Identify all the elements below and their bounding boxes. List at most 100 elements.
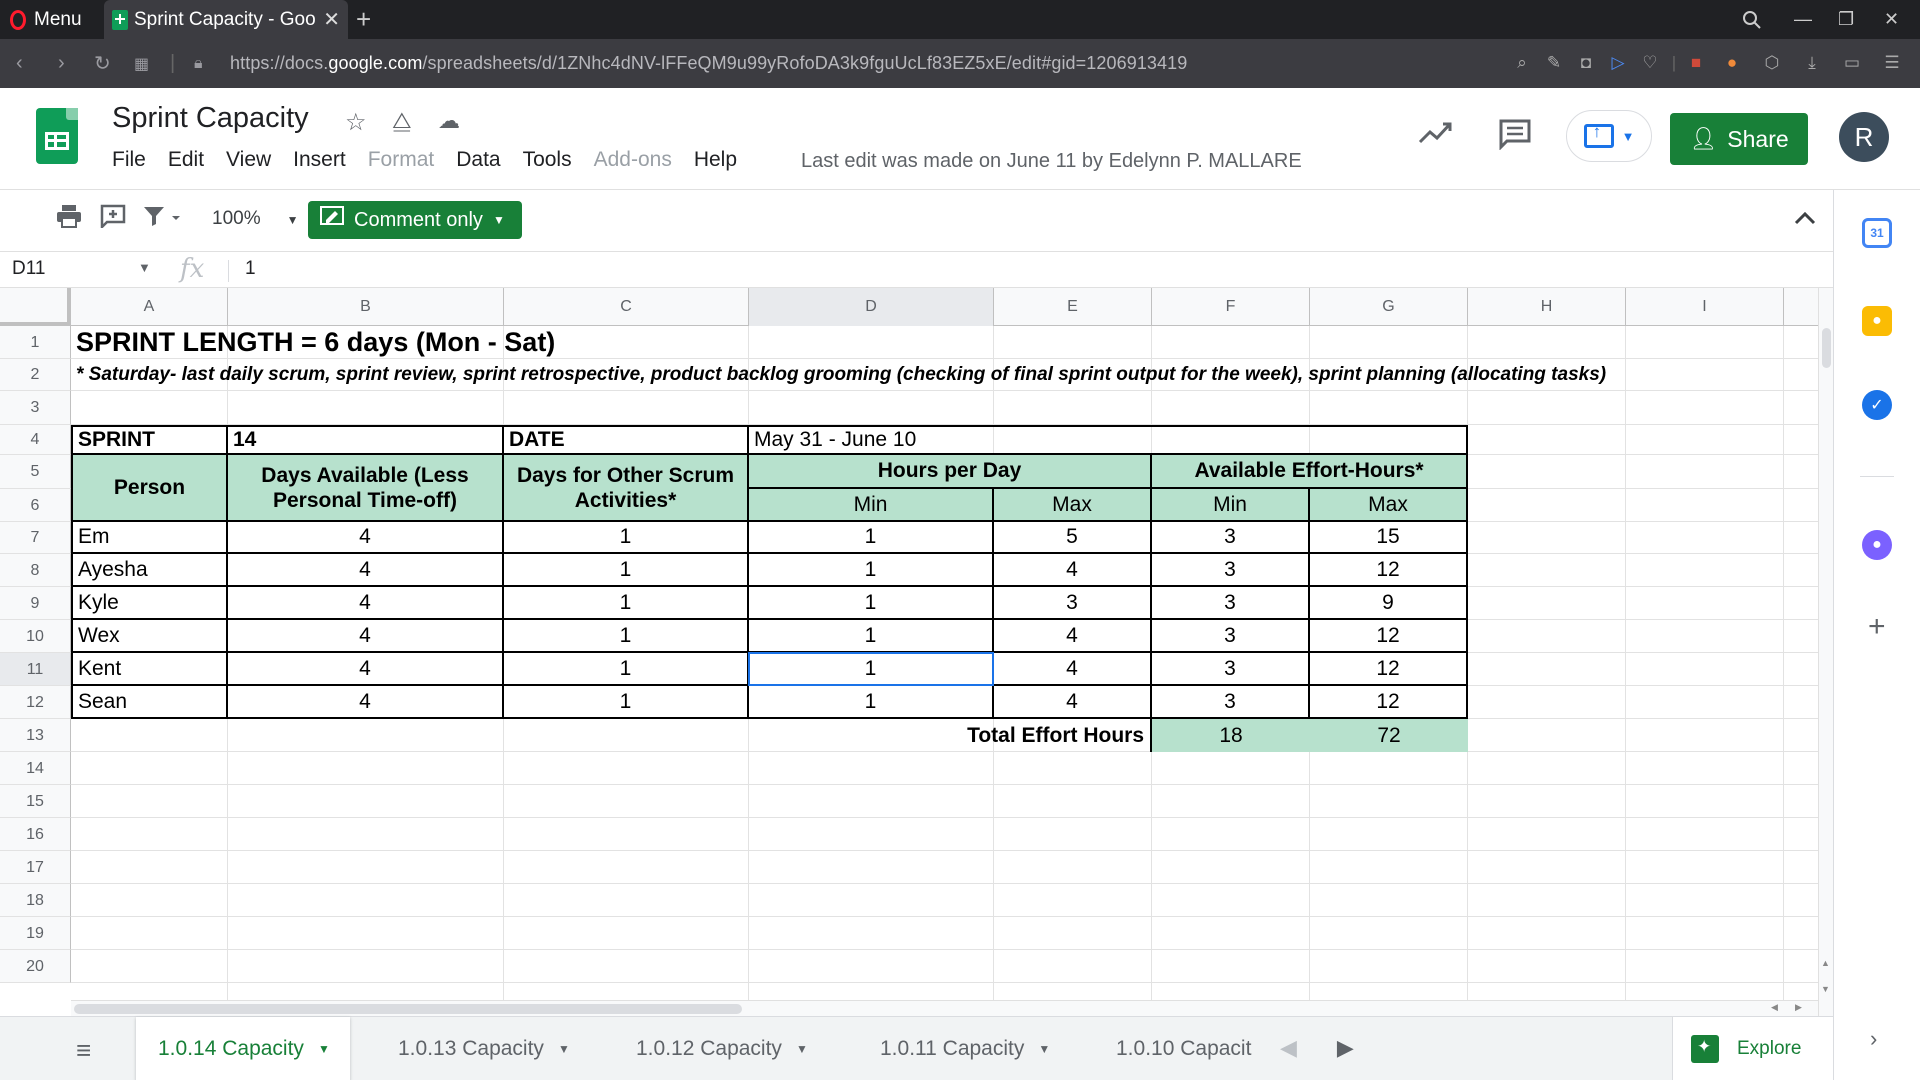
new-tab-icon[interactable]: +: [356, 4, 371, 35]
row-header-10[interactable]: 10: [0, 620, 71, 653]
header-hours-min[interactable]: Min: [749, 489, 994, 522]
menu-item-tools[interactable]: Tools: [523, 148, 572, 172]
row-header-3[interactable]: 3: [0, 391, 71, 425]
hours-min-cell[interactable]: 1: [749, 522, 994, 554]
close-tab-icon[interactable]: ✕: [323, 7, 340, 32]
row-header-7[interactable]: 7: [0, 522, 71, 554]
date-value-cell[interactable]: May 31 - June 10: [749, 425, 1468, 455]
easy-setup-icon[interactable]: ☰: [1882, 53, 1902, 73]
column-header-f[interactable]: F: [1152, 288, 1310, 326]
vertical-scrollbar[interactable]: ▲ ▼: [1818, 288, 1833, 1016]
header-person[interactable]: Person: [71, 455, 228, 522]
hours-min-cell[interactable]: 1: [749, 686, 994, 719]
present-meeting-button[interactable]: ▼: [1566, 110, 1652, 162]
person-name-cell[interactable]: Wex: [71, 620, 228, 653]
scroll-tabs-right-icon[interactable]: ▶: [1337, 1035, 1354, 1061]
url-field[interactable]: https://docs. google.com/spreadsheets/d/1…: [230, 39, 1187, 88]
row-header-15[interactable]: 15: [0, 785, 71, 818]
column-header-h[interactable]: H: [1468, 288, 1626, 326]
column-header-e[interactable]: E: [994, 288, 1152, 326]
effort-min-cell[interactable]: 3: [1152, 522, 1310, 554]
row-header-20[interactable]: 20: [0, 950, 71, 983]
header-effort-min[interactable]: Min: [1152, 489, 1310, 522]
row-header-12[interactable]: 12: [0, 686, 71, 719]
effort-max-cell[interactable]: 9: [1310, 587, 1468, 620]
sprint-value-cell[interactable]: 14: [228, 425, 504, 455]
header-available-effort[interactable]: Available Effort-Hours*: [1152, 455, 1468, 489]
sprint-label-cell[interactable]: SPRINT: [71, 425, 228, 455]
row-header-19[interactable]: 19: [0, 917, 71, 950]
hours-min-cell[interactable]: 1: [749, 620, 994, 653]
horizontal-scrollbar[interactable]: ◀ ▶: [71, 1000, 1818, 1016]
column-header-d[interactable]: D: [749, 288, 994, 326]
collapse-menus-icon[interactable]: [1794, 204, 1816, 232]
total-effort-max[interactable]: 72: [1310, 719, 1468, 752]
restore-icon[interactable]: ❐: [1838, 0, 1854, 39]
menu-item-format[interactable]: Format: [368, 148, 435, 172]
last-edit-link[interactable]: Last edit was made on June 11 by Edelynn…: [801, 150, 1302, 173]
effort-max-cell[interactable]: 12: [1310, 620, 1468, 653]
add-comment-icon[interactable]: [100, 204, 126, 235]
header-other-scrum[interactable]: Days for Other Scrum Activities*: [504, 455, 749, 522]
browser-tab-active[interactable]: Sprint Capacity - Goo ✕: [104, 0, 348, 39]
vertical-scroll-thumb[interactable]: [1822, 328, 1831, 368]
days-available-cell[interactable]: 4: [228, 686, 504, 719]
row-header-5[interactable]: 5: [0, 455, 71, 489]
back-icon[interactable]: ‹: [16, 39, 23, 88]
heart-icon[interactable]: ♡: [1640, 53, 1660, 73]
header-hours-per-day[interactable]: Hours per Day: [749, 455, 1152, 489]
effort-min-cell[interactable]: 3: [1152, 554, 1310, 587]
forward-icon[interactable]: ›: [58, 39, 65, 88]
person-name-cell[interactable]: Em: [71, 522, 228, 554]
menu-item-help[interactable]: Help: [694, 148, 737, 172]
total-effort-min[interactable]: 18: [1152, 719, 1310, 752]
column-header-c[interactable]: C: [504, 288, 749, 326]
row-header-9[interactable]: 9: [0, 587, 71, 620]
row-header-11[interactable]: 11: [0, 653, 71, 686]
menu-item-file[interactable]: File: [112, 148, 146, 172]
extension-icon[interactable]: ●: [1722, 53, 1742, 73]
scroll-down-icon[interactable]: ▼: [1821, 984, 1830, 994]
hours-min-cell[interactable]: 1: [749, 587, 994, 620]
hours-max-cell[interactable]: 4: [994, 620, 1152, 653]
row-header-14[interactable]: 14: [0, 752, 71, 785]
name-box[interactable]: D11: [12, 258, 45, 280]
hours-max-cell[interactable]: 4: [994, 686, 1152, 719]
sheets-logo-icon[interactable]: [36, 108, 78, 164]
header-hours-max[interactable]: Max: [994, 489, 1152, 522]
scroll-right-icon[interactable]: ▶: [1795, 1002, 1802, 1013]
effort-min-cell[interactable]: 3: [1152, 686, 1310, 719]
sheet-note-cell[interactable]: * Saturday- last daily scrum, sprint rev…: [71, 359, 1784, 391]
sheet-tab[interactable]: 1.0.11 Capacity ▼: [858, 1017, 1070, 1080]
explore-button[interactable]: Explore: [1672, 1017, 1833, 1080]
battery-icon[interactable]: ▭: [1842, 53, 1862, 73]
search-icon[interactable]: [1742, 0, 1762, 39]
other-scrum-cell[interactable]: 1: [504, 653, 749, 686]
other-scrum-cell[interactable]: 1: [504, 686, 749, 719]
days-available-cell[interactable]: 4: [228, 522, 504, 554]
account-avatar[interactable]: R: [1839, 112, 1889, 162]
scroll-up-icon[interactable]: ▲: [1821, 958, 1830, 968]
hours-max-cell[interactable]: 3: [994, 587, 1152, 620]
calendar-icon[interactable]: 31: [1862, 218, 1892, 248]
zoom-select[interactable]: 100% ▼: [212, 208, 299, 230]
days-available-cell[interactable]: 4: [228, 587, 504, 620]
other-scrum-cell[interactable]: 1: [504, 587, 749, 620]
chevron-down-icon[interactable]: ▼: [558, 1042, 570, 1056]
cube-icon[interactable]: ⬡: [1762, 53, 1782, 73]
hours-max-cell[interactable]: 5: [994, 522, 1152, 554]
close-window-icon[interactable]: ✕: [1884, 0, 1899, 39]
total-effort-label[interactable]: Total Effort Hours: [749, 719, 1152, 752]
find-icon[interactable]: ⌕: [1512, 53, 1532, 73]
row-header-16[interactable]: 16: [0, 818, 71, 851]
chevron-down-icon[interactable]: ▼: [1038, 1042, 1050, 1056]
reload-icon[interactable]: ↻: [94, 39, 111, 88]
snapshot-icon[interactable]: ◘: [1576, 53, 1596, 73]
row-header-2[interactable]: 2: [0, 359, 71, 391]
keep-icon[interactable]: ●: [1862, 306, 1892, 336]
cloud-status-icon[interactable]: ☁︎: [438, 108, 460, 134]
menu-item-edit[interactable]: Edit: [168, 148, 204, 172]
sheet-title-cell[interactable]: SPRINT LENGTH = 6 days (Mon - Sat): [71, 326, 1310, 359]
edit-icon[interactable]: ✎: [1544, 53, 1564, 73]
row-header-1[interactable]: 1: [0, 326, 71, 359]
